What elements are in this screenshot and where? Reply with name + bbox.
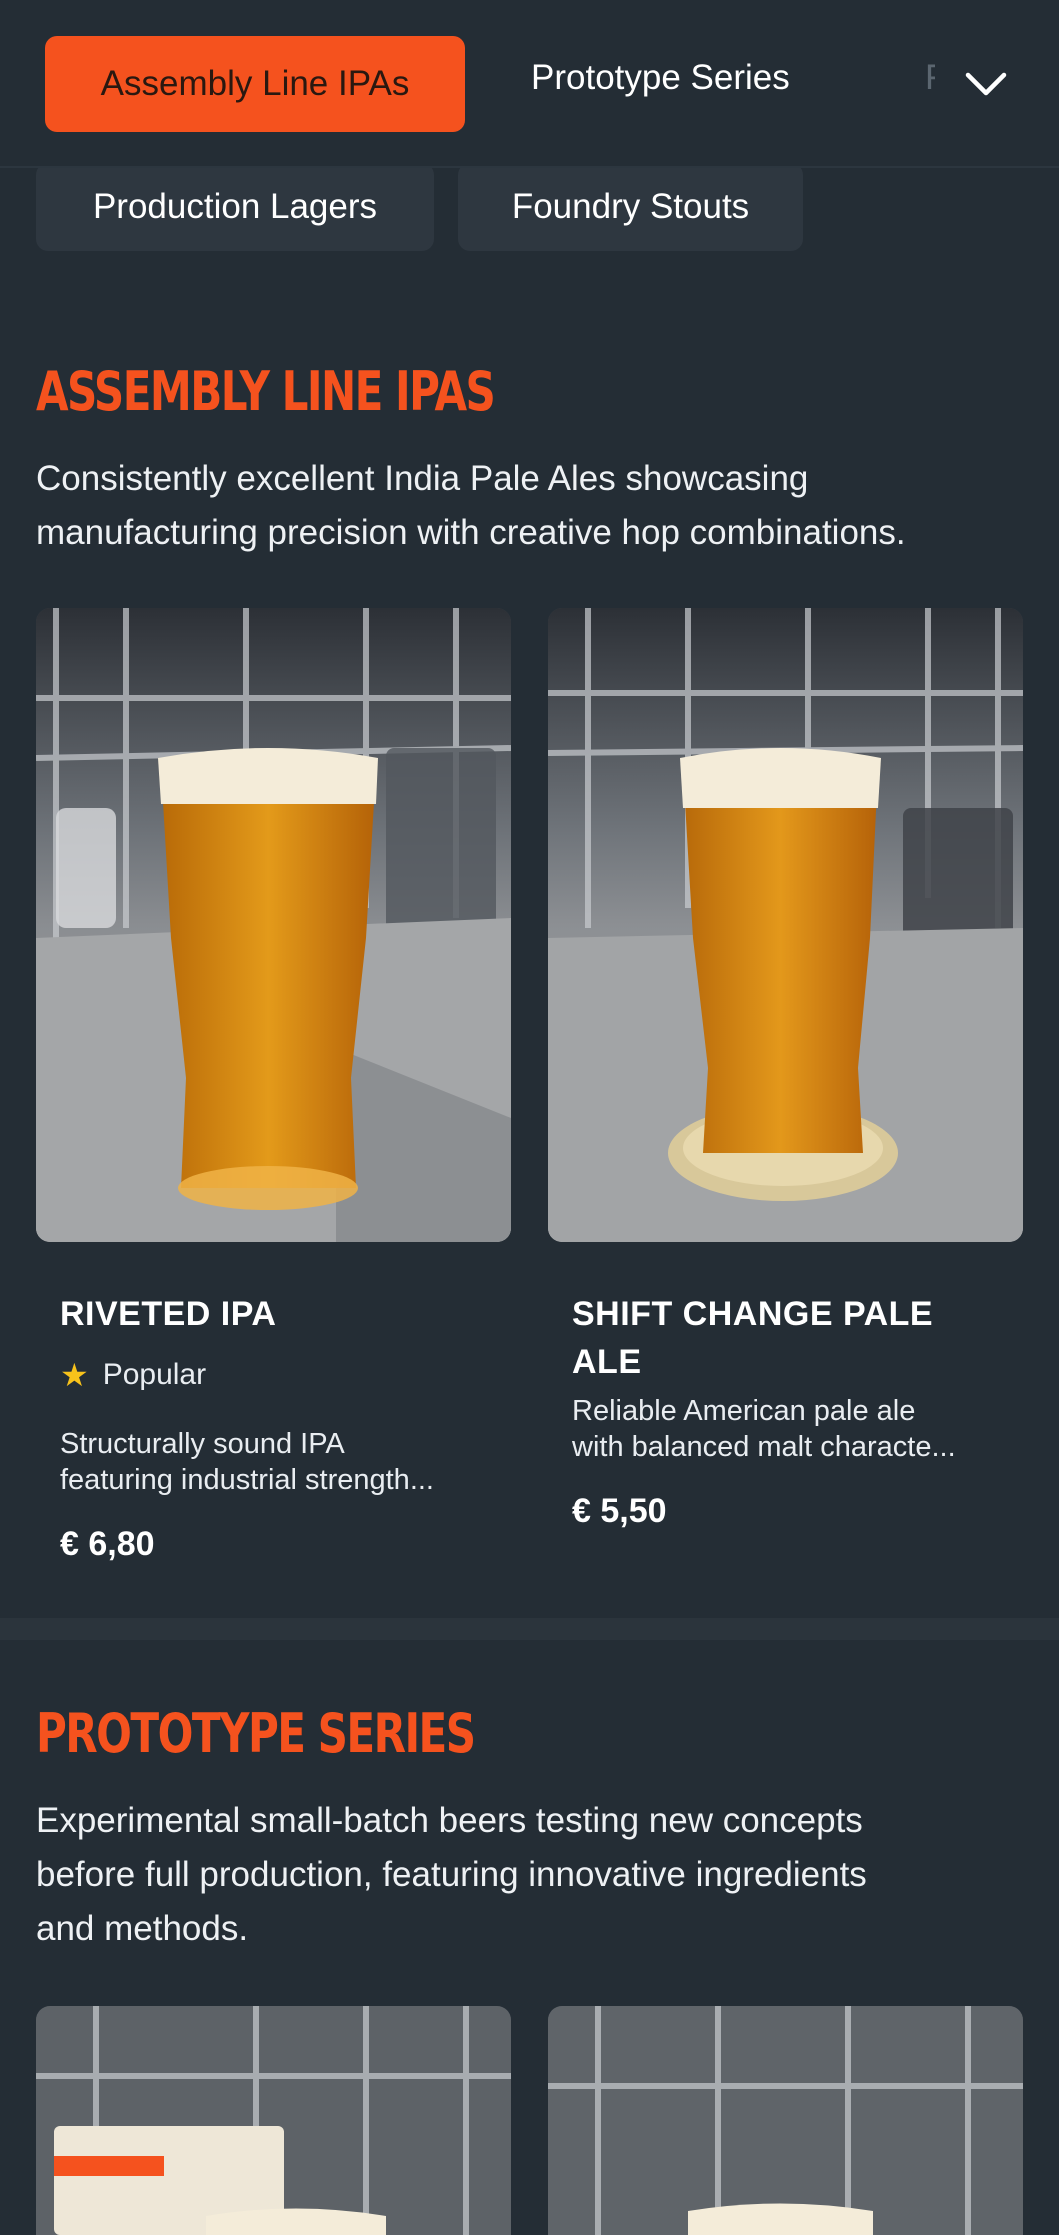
section-description-line: before full production, featuring innova…: [36, 1855, 867, 1894]
section-title-assembly-line-ipas: ASSEMBLY LINE IPAS: [36, 360, 496, 423]
product-image-shift-change-pale-ale[interactable]: [548, 608, 1023, 1242]
star-icon: ★: [60, 1357, 89, 1393]
section-description-line: and methods.: [36, 1909, 249, 1948]
chip-production-lagers[interactable]: Production Lagers: [36, 163, 434, 251]
product-name[interactable]: SHIFT CHANGE PALE ALE: [572, 1290, 933, 1386]
tab-partial[interactable]: F: [925, 58, 935, 98]
product-description: Structurally sound IPA featuring industr…: [60, 1426, 500, 1498]
section-description: Experimental small-batch beers testing n…: [36, 1794, 1036, 1956]
product-image-riveted-ipa[interactable]: [36, 608, 511, 1242]
product-image-prototype-1[interactable]: [36, 2006, 511, 2235]
expand-categories-button[interactable]: [958, 60, 1014, 108]
section-description-line: Experimental small-batch beers testing n…: [36, 1801, 863, 1840]
section-description: Consistently excellent India Pale Ales s…: [36, 459, 906, 552]
chip-foundry-stouts[interactable]: Foundry Stouts: [458, 163, 803, 251]
badge-label: Popular: [102, 1358, 207, 1391]
product-name-line: ALE: [572, 1343, 642, 1381]
tab-prototype-series[interactable]: Prototype Series: [531, 58, 790, 98]
product-name-line: SHIFT CHANGE PALE: [572, 1295, 934, 1333]
tab-assembly-line-ipas[interactable]: Assembly Line IPAs: [45, 36, 465, 132]
product-image-prototype-2[interactable]: [548, 2006, 1023, 2235]
section-title-prototype-series: PROTOTYPE SERIES: [36, 1702, 476, 1765]
product-name[interactable]: RIVETED IPA: [60, 1290, 276, 1338]
product-price: € 6,80: [60, 1525, 155, 1563]
chevron-down-icon: [965, 72, 1007, 96]
product-description-line: with balanced malt characte...: [572, 1431, 956, 1463]
product-description-line: Reliable American pale ale: [572, 1395, 916, 1427]
popular-badge: ★ Popular: [60, 1356, 206, 1394]
category-nav: Assembly Line IPAs Prototype Series F: [0, 0, 1059, 168]
product-description-line: featuring industrial strength...: [60, 1464, 434, 1496]
product-description-line: Structurally sound IPA: [60, 1428, 345, 1460]
product-price: € 5,50: [572, 1492, 667, 1530]
section-divider: [0, 1618, 1059, 1640]
product-description: Reliable American pale ale with balanced…: [572, 1393, 1012, 1465]
